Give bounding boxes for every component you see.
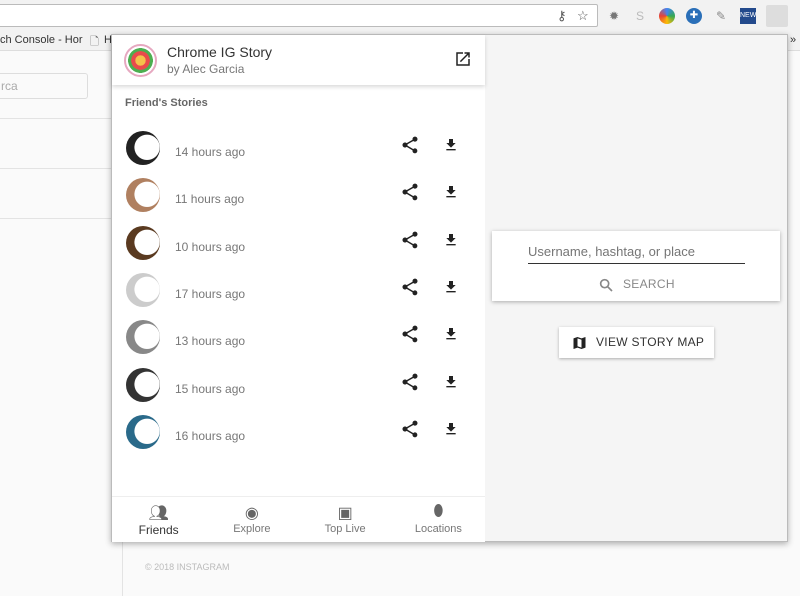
chrome-icon[interactable] (659, 8, 675, 24)
bottom-nav: 👥︎ Friends ◉ Explore ▣ Top Live ⬮ Locations (112, 496, 485, 542)
story-time: 10 hours ago (175, 239, 246, 254)
extension-icon[interactable]: ✚ (686, 8, 702, 24)
extension-popup: Chrome IG Story by Alec Garcia Friend's … (111, 34, 788, 542)
app-logo (124, 44, 157, 77)
story-time: 11 hours ago (175, 192, 245, 207)
map-icon (573, 337, 586, 349)
share-icon[interactable] (400, 135, 420, 155)
story-item[interactable]: 16 hours ago (112, 413, 485, 460)
tab-label: Friends (138, 523, 179, 537)
background-search-input[interactable]: rca (0, 73, 88, 99)
story-item[interactable]: 14 hours ago (112, 129, 485, 176)
bug-icon[interactable]: ✹ (606, 8, 622, 24)
search-card: SEARCH (492, 231, 780, 301)
star-icon[interactable]: ☆ (577, 8, 589, 24)
story-item[interactable]: 13 hours ago (112, 318, 485, 365)
story-item[interactable]: 11 hours ago (112, 176, 485, 223)
share-icon[interactable] (400, 372, 420, 392)
share-icon[interactable] (400, 230, 420, 250)
page-icon: 🗋 (90, 36, 99, 48)
location-pin-icon: ⬮ (433, 503, 444, 520)
pen-icon[interactable]: ✎ (713, 8, 729, 24)
story-time: 14 hours ago (175, 145, 246, 159)
tv-icon: ▣ (337, 505, 353, 522)
open-external-icon[interactable] (454, 50, 472, 68)
key-icon[interactable]: ⚷ (557, 8, 567, 24)
tab-label: Explore (233, 523, 271, 535)
download-icon[interactable] (443, 277, 459, 297)
tab-friends[interactable]: 👥︎ Friends (112, 497, 205, 542)
section-title: Friend's Stories (125, 97, 208, 109)
tab-explore[interactable]: ◉ Explore (205, 497, 298, 542)
download-icon[interactable] (443, 135, 459, 155)
divider (0, 218, 111, 219)
popup-header: Chrome IG Story by Alec Garcia (112, 35, 485, 85)
share-icon[interactable] (400, 182, 420, 202)
ig-story-icon[interactable] (766, 5, 788, 27)
avatar (126, 225, 160, 260)
story-item[interactable]: 10 hours ago (112, 224, 485, 271)
tab-locations[interactable]: ⬮ Locations (392, 497, 485, 542)
app-author: by Alec Garcia (167, 62, 245, 76)
people-icon: 👥︎ (148, 505, 169, 522)
tab-label: Locations (414, 523, 462, 535)
download-icon[interactable] (443, 230, 459, 250)
search-icon (599, 278, 613, 292)
story-time: 16 hours ago (175, 428, 246, 443)
avatar (126, 414, 160, 449)
story-time: 13 hours ago (175, 334, 246, 349)
compass-icon: ◉ (244, 505, 259, 522)
app-title: Chrome IG Story (167, 44, 273, 60)
avatar (126, 131, 160, 165)
share-icon[interactable] (400, 419, 420, 439)
skype-icon[interactable]: S (632, 8, 648, 24)
story-item[interactable]: 15 hours ago (112, 366, 485, 413)
download-icon[interactable] (443, 419, 459, 439)
story-time: 17 hours ago (175, 286, 246, 301)
search-input[interactable] (528, 239, 745, 264)
download-icon[interactable] (443, 182, 459, 202)
footer-text: © 2018 INSTAGRAM (145, 562, 230, 572)
address-bar[interactable]: ⚷ ☆ (0, 4, 598, 27)
avatar (126, 178, 160, 213)
download-icon[interactable] (443, 324, 459, 344)
share-icon[interactable] (400, 324, 420, 344)
divider (122, 542, 123, 596)
map-button-label: VIEW STORY MAP (596, 335, 705, 349)
share-icon[interactable] (400, 277, 420, 297)
news-icon[interactable]: NEW (740, 8, 756, 24)
avatar (126, 272, 160, 307)
divider (0, 168, 111, 169)
browser-toolbar: ⚷ ☆ ✹ S ✚ ✎ NEW (0, 0, 800, 31)
bookmark[interactable]: ch Console - Hor (0, 34, 83, 46)
download-icon[interactable] (443, 372, 459, 392)
story-item[interactable]: 17 hours ago (112, 271, 485, 318)
stories-panel: Chrome IG Story by Alec Garcia Friend's … (112, 35, 485, 542)
tab-top-live[interactable]: ▣ Top Live (299, 497, 392, 542)
avatar (126, 367, 160, 402)
divider (0, 118, 111, 119)
tab-label: Top Live (324, 523, 366, 535)
story-time: 15 hours ago (175, 381, 246, 396)
search-button[interactable]: SEARCH (623, 277, 675, 291)
view-story-map-button[interactable]: VIEW STORY MAP (559, 327, 714, 358)
avatar (126, 320, 160, 355)
overflow-chevron[interactable]: » (790, 34, 796, 46)
